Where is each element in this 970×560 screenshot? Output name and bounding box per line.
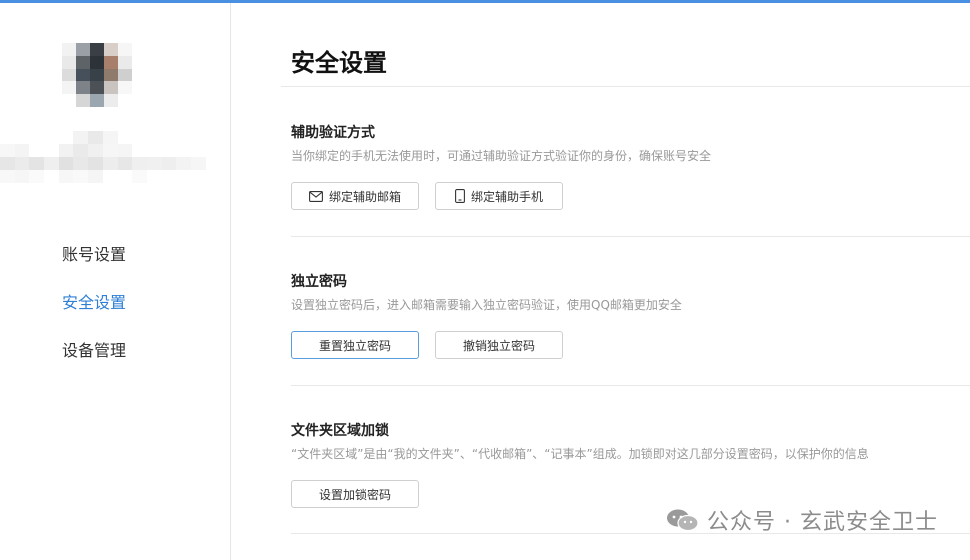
section-folder-lock: 文件夹区域加锁 “文件夹区域”是由“我的文件夹”、“代收邮箱”、“记事本”组成。… — [291, 421, 970, 508]
page-title: 安全设置 — [291, 49, 387, 77]
section-independent-password: 独立密码 设置独立密码后，进入邮箱需要输入独立密码验证，使用QQ邮箱更加安全 重… — [291, 272, 970, 359]
section-divider — [291, 236, 970, 237]
title-divider — [281, 86, 970, 87]
avatar[interactable] — [62, 43, 132, 107]
sidebar-nav: 账号设置 安全设置 设备管理 — [62, 243, 126, 387]
mail-icon — [309, 190, 323, 202]
section-title: 辅助验证方式 — [291, 125, 375, 141]
bind-email-label: 绑定辅助邮箱 — [328, 189, 401, 204]
button-row: 重置独立密码 撤销独立密码 — [291, 331, 970, 359]
watermark-text: 公众号 · 玄武安全卫士 — [707, 510, 938, 535]
sidebar-item-security[interactable]: 安全设置 — [62, 291, 126, 339]
sidebar-item-devices[interactable]: 设备管理 — [62, 339, 126, 387]
revoke-password-button[interactable]: 撤销独立密码 — [435, 331, 563, 359]
section-description: 当你绑定的手机无法使用时，可通过辅助验证方式验证你的身份，确保账号安全 — [291, 149, 712, 163]
wechat-icon — [665, 508, 701, 532]
section-title: 文件夹区域加锁 — [291, 423, 389, 439]
section-auxiliary-verification: 辅助验证方式 当你绑定的手机无法使用时，可通过辅助验证方式验证你的身份，确保账号… — [291, 123, 970, 210]
bind-phone-label: 绑定辅助手机 — [470, 189, 543, 204]
set-lock-password-button[interactable]: 设置加锁密码 — [291, 480, 419, 508]
watermark: 公众号 · 玄武安全卫士 — [665, 504, 938, 536]
section-description: “文件夹区域”是由“我的文件夹”、“代收邮箱”、“记事本”组成。加锁即对这几部分… — [291, 447, 869, 461]
button-row: 绑定辅助邮箱 绑定辅助手机 — [291, 182, 970, 210]
sidebar-item-account[interactable]: 账号设置 — [62, 243, 126, 291]
reset-password-button[interactable]: 重置独立密码 — [291, 331, 419, 359]
section-divider — [291, 385, 970, 386]
bind-email-button[interactable]: 绑定辅助邮箱 — [291, 182, 419, 210]
section-title: 独立密码 — [291, 274, 347, 290]
sidebar: 账号设置 安全设置 设备管理 — [0, 3, 231, 560]
section-description: 设置独立密码后，进入邮箱需要输入独立密码验证，使用QQ邮箱更加安全 — [291, 298, 682, 312]
bind-phone-button[interactable]: 绑定辅助手机 — [435, 182, 563, 210]
username-blurred — [0, 131, 206, 183]
phone-icon — [455, 189, 465, 203]
